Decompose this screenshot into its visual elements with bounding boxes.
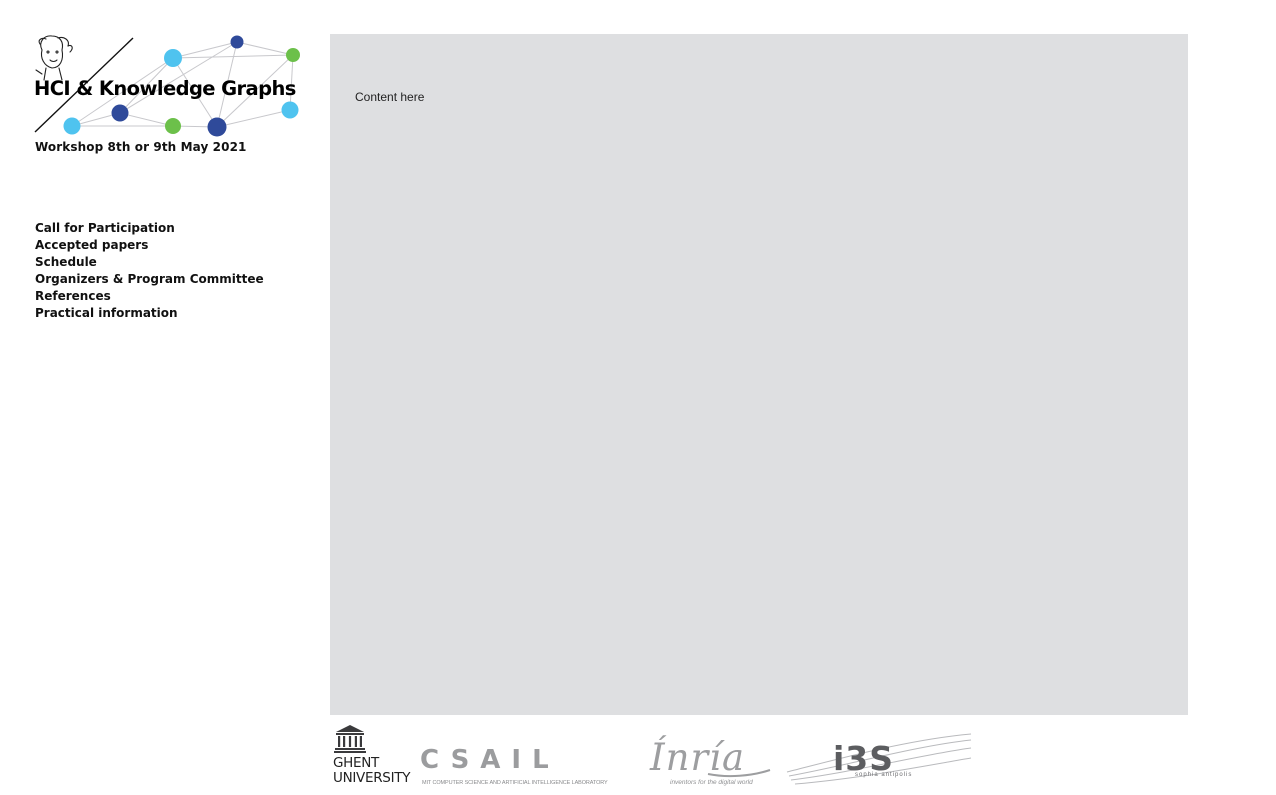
csail-wordmark: CSAIL xyxy=(420,745,560,775)
nav-item: Accepted papers xyxy=(35,236,264,253)
inria-subtitle: inventors for the digital world xyxy=(670,779,753,786)
csail-logo[interactable]: CSAIL MIT COMPUTER SCIENCE AND ARTIFICIA… xyxy=(418,746,643,790)
ghent-building-icon xyxy=(334,725,366,753)
nav-link-references[interactable]: References xyxy=(35,289,111,303)
nav-link-organizers[interactable]: Organizers & Program Committee xyxy=(35,272,264,286)
nav-item: Organizers & Program Committee xyxy=(35,270,264,287)
content-placeholder-text: Content here xyxy=(355,90,425,104)
main-content-panel: Content here xyxy=(330,34,1188,715)
i3s-wordmark: i3S xyxy=(833,739,895,778)
workshop-date: Workshop 8th or 9th May 2021 xyxy=(35,140,247,154)
nav-link-schedule[interactable]: Schedule xyxy=(35,255,97,269)
partner-logos: GHENT UNIVERSITY CSAIL MIT COMPUTER SCIE… xyxy=(330,722,990,792)
nav-item: References xyxy=(35,287,264,304)
csail-subtitle: MIT COMPUTER SCIENCE AND ARTIFICIAL INTE… xyxy=(422,780,608,786)
nav-link-practical-information[interactable]: Practical information xyxy=(35,306,178,320)
nav-link-accepted-papers[interactable]: Accepted papers xyxy=(35,238,148,252)
i3s-subtitle: sophia antipolis xyxy=(855,772,913,778)
nav-item: Practical information xyxy=(35,304,264,321)
nav-item: Call for Participation xyxy=(35,219,264,236)
site-logo[interactable]: HCI & Knowledge Graphs xyxy=(28,30,318,140)
sidebar-nav: Call for Participation Accepted papers S… xyxy=(35,219,264,321)
nav-link-call-for-participation[interactable]: Call for Participation xyxy=(35,221,175,235)
logo-title: HCI & Knowledge Graphs xyxy=(34,77,296,100)
ghent-university-logo[interactable]: GHENT UNIVERSITY xyxy=(333,724,413,788)
nav-item: Schedule xyxy=(35,253,264,270)
i3s-logo[interactable]: i3S sophia antipolis xyxy=(785,730,975,788)
inria-logo[interactable]: Ínría inventors for the digital world xyxy=(648,736,772,788)
ghent-university-wordmark: GHENT UNIVERSITY xyxy=(333,755,411,786)
